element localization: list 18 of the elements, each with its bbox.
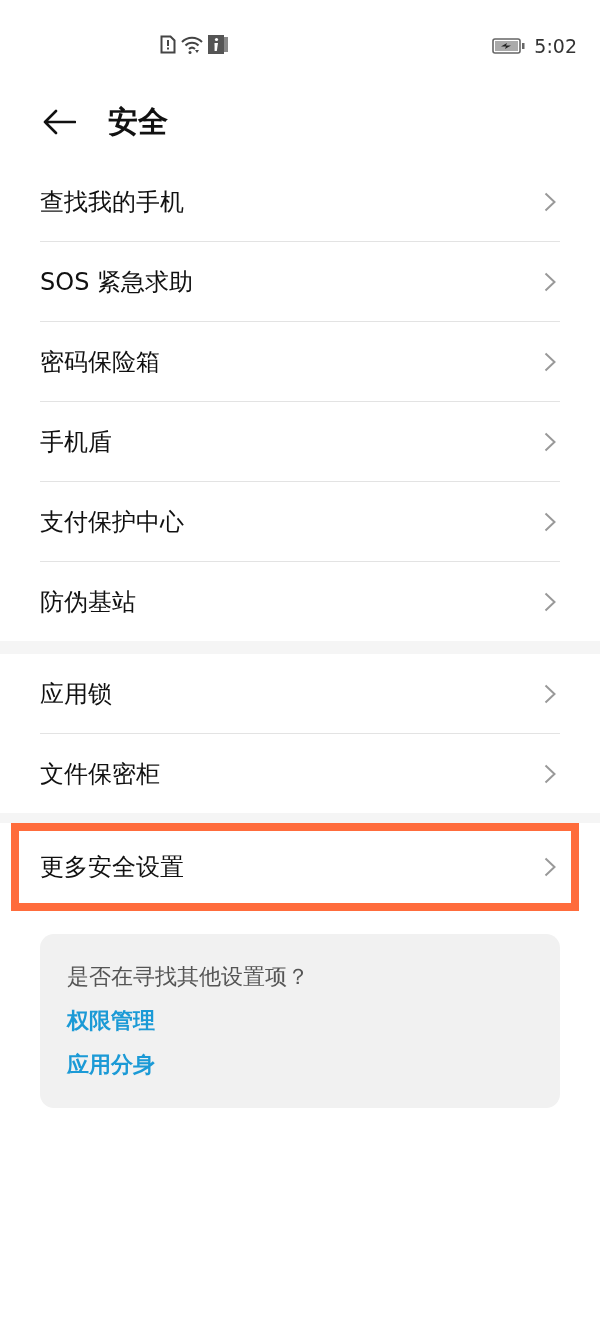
suggestion-prompt: 是否在寻找其他设置项？ — [67, 963, 309, 991]
chevron-right-icon — [544, 683, 556, 704]
settings-item[interactable]: 更多安全设置 — [11, 823, 579, 911]
chevron-right-icon — [544, 351, 556, 372]
info-icon — [208, 35, 228, 54]
sim-alert-icon — [160, 35, 176, 54]
chevron-right-icon — [544, 511, 556, 532]
chevron-right-icon — [544, 763, 556, 784]
back-arrow-icon[interactable] — [42, 109, 76, 135]
clock-time: 5:02 — [534, 35, 577, 57]
battery-charging-icon — [492, 38, 526, 54]
chevron-right-icon — [544, 191, 556, 212]
wifi-icon — [181, 35, 203, 54]
chevron-right-icon — [544, 591, 556, 612]
chevron-right-icon — [544, 431, 556, 452]
chevron-right-icon — [544, 271, 556, 292]
page-title: 安全 — [108, 104, 168, 140]
chevron-right-icon — [544, 857, 556, 877]
